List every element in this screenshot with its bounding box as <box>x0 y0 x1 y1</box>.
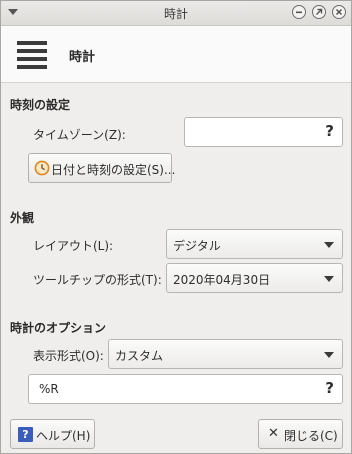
datetime-settings-label: 日付と時刻の設定(S)... <box>51 163 176 177</box>
help-question-icon[interactable]: ? <box>325 379 334 397</box>
clock-plugin-icon <box>17 41 47 69</box>
chevron-down-icon <box>324 242 334 248</box>
tooltip-format-label: ツールチップの形式(T): <box>33 273 162 287</box>
close-button[interactable]: ✕ 閉じる(C) <box>258 419 343 449</box>
help-question-icon[interactable]: ? <box>325 122 334 140</box>
display-format-label: 表示形式(O): <box>33 349 104 363</box>
tooltip-format-dropdown[interactable]: 2020年04月30日 <box>166 263 343 293</box>
section-title-options: 時計のオプション <box>10 321 107 335</box>
custom-format-input[interactable]: %R ? <box>28 374 343 404</box>
title-bar: 時計 <box>1 1 351 26</box>
help-icon: ? <box>18 427 33 442</box>
layout-selected: デジタル <box>173 239 221 253</box>
timezone-label: タイムゾーン(Z): <box>33 128 126 142</box>
clock-dialog-window: 時計 時計 時刻の設定 タイムゾーン(Z): ? 日付と時刻の設定(S)... … <box>0 0 352 454</box>
help-button[interactable]: ? ヘルプ(H) <box>10 419 95 449</box>
restore-icon[interactable] <box>312 5 326 19</box>
timezone-input[interactable]: ? <box>184 117 343 147</box>
chevron-down-icon <box>324 352 334 358</box>
dialog-header: 時計 <box>1 26 351 83</box>
layout-label: レイアウト(L): <box>33 239 114 253</box>
layout-dropdown[interactable]: デジタル <box>166 229 343 259</box>
minimize-icon[interactable] <box>292 5 306 19</box>
section-title-time: 時刻の設定 <box>10 98 71 112</box>
tooltip-format-selected: 2020年04月30日 <box>173 273 271 287</box>
help-button-label: ヘルプ(H) <box>36 429 91 443</box>
close-icon: ✕ <box>268 426 279 441</box>
custom-format-value: %R <box>39 382 59 396</box>
header-title: 時計 <box>69 50 96 65</box>
display-format-dropdown[interactable]: カスタム <box>108 339 343 369</box>
display-format-selected: カスタム <box>115 349 164 363</box>
close-button-label: 閉じる(C) <box>284 429 338 443</box>
close-window-icon[interactable] <box>332 5 346 19</box>
clock-icon <box>34 160 50 176</box>
chevron-down-icon <box>324 276 334 282</box>
section-title-appearance: 外観 <box>10 211 35 225</box>
datetime-settings-button[interactable]: 日付と時刻の設定(S)... <box>28 153 176 183</box>
